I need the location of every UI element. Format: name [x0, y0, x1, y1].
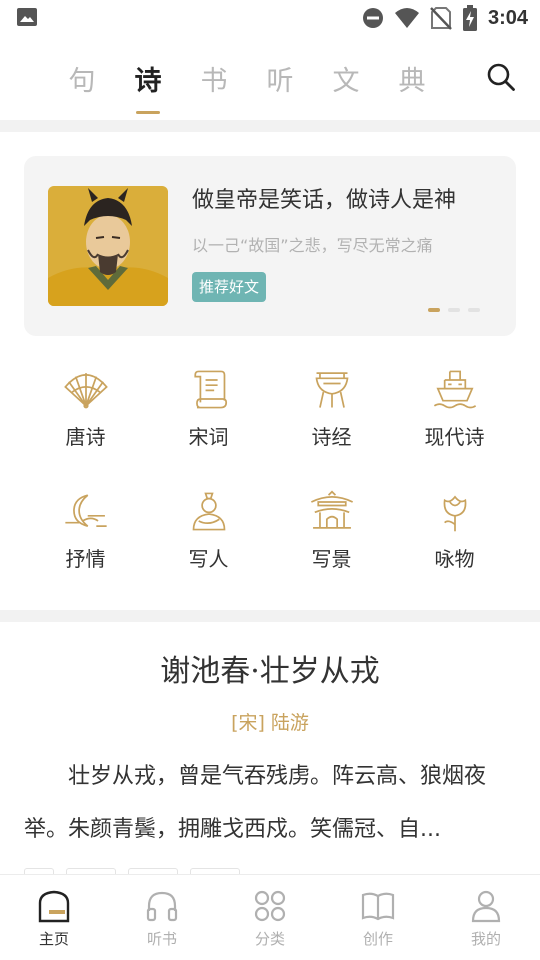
- pavilion-icon: [310, 490, 353, 529]
- carousel-dot[interactable]: [448, 308, 460, 312]
- nav-label: 听书: [146, 930, 177, 948]
- nav-label: 主页: [38, 930, 69, 948]
- category-grid: 唐诗 宋词 诗经 现代诗 抒情 写人 写景 咏物: [24, 368, 516, 572]
- category-song-ci[interactable]: 宋词: [147, 368, 270, 450]
- nav-category[interactable]: 分类: [216, 875, 324, 960]
- category-label: 唐诗: [65, 425, 106, 449]
- person-icon: [192, 492, 225, 531]
- category-label: 抒情: [65, 547, 106, 571]
- fan-icon: [63, 373, 108, 409]
- poem-excerpt: 壮岁从戎，曾是气吞残虏。阵云高、狼烟夜举。朱颜青鬓，拥雕戈西戍。笑儒冠、自...: [24, 764, 487, 842]
- category-label: 写人: [188, 547, 229, 571]
- category-label: 诗经: [311, 425, 352, 449]
- ritual-vessel-icon: [315, 372, 348, 408]
- recommended-article-banner[interactable]: 做皇帝是笑话，做诗人是神 以一己“故国”之悲，写尽无常之痛 推荐好文: [24, 156, 516, 336]
- tab-book[interactable]: 书: [181, 36, 247, 120]
- status-bar: 3:04: [0, 0, 540, 36]
- do-not-disturb-icon: [362, 8, 383, 28]
- category-people[interactable]: 写人: [147, 490, 270, 572]
- search-icon[interactable]: [486, 62, 516, 92]
- recommend-tag[interactable]: 推荐好文: [192, 272, 267, 302]
- wifi-icon: [394, 8, 419, 28]
- book-icon: [361, 892, 395, 921]
- headphones-icon: [146, 891, 178, 922]
- scroll-icon: [193, 370, 227, 409]
- carousel-dot[interactable]: [428, 308, 440, 312]
- nav-audiobook[interactable]: 听书: [108, 875, 216, 960]
- carousel-dot[interactable]: [468, 308, 480, 312]
- tab-poem[interactable]: 诗: [115, 36, 181, 120]
- moon-icon: [64, 494, 107, 527]
- nav-create[interactable]: 创作: [324, 875, 432, 960]
- status-time: 3:04: [487, 6, 528, 29]
- category-label: 咏物: [434, 547, 475, 571]
- poem-title: 谢池春·壮岁从戎: [160, 654, 380, 689]
- category-label: 写景: [311, 547, 352, 571]
- nav-label: 创作: [362, 930, 393, 948]
- category-modern-poetry[interactable]: 现代诗: [393, 368, 516, 450]
- category-tang-poetry[interactable]: 唐诗: [24, 368, 147, 450]
- content-tabs: 句 诗 书 听 文 典: [49, 36, 445, 120]
- home-icon: [38, 890, 70, 923]
- image-notification-icon: [17, 8, 37, 26]
- banner-title: 做皇帝是笑话，做诗人是神: [192, 188, 457, 213]
- featured-section: 做皇帝是笑话，做诗人是神 以一己“故国”之悲，写尽无常之痛 推荐好文 唐诗 宋词: [0, 132, 540, 610]
- no-sim-icon: [430, 7, 452, 30]
- category-lyrical[interactable]: 抒情: [24, 490, 147, 572]
- featured-poem-card[interactable]: 谢池春·壮岁从戎 [宋] 陆游 壮岁从戎，曾是气吞残虏。阵云高、狼烟夜举。朱颜青…: [0, 622, 540, 874]
- tab-classic[interactable]: 典: [379, 36, 445, 120]
- ship-icon: [433, 370, 476, 409]
- banner-subtitle: 以一己“故国”之悲，写尽无常之痛: [192, 236, 433, 255]
- carousel-indicator: [428, 308, 480, 312]
- nav-home[interactable]: 主页: [0, 875, 108, 960]
- battery-charging-icon: [462, 5, 477, 31]
- bottom-navigation: 主页 听书 分类 创作 我的: [0, 874, 540, 960]
- emperor-portrait-image: [48, 186, 168, 306]
- grid-icon: [254, 890, 286, 922]
- category-objects[interactable]: 咏物: [393, 490, 516, 572]
- user-icon: [471, 890, 501, 923]
- category-book-of-songs[interactable]: 诗经: [270, 368, 393, 450]
- nav-label: 分类: [254, 930, 285, 948]
- nav-label: 我的: [470, 930, 501, 948]
- category-scenery[interactable]: 写景: [270, 490, 393, 572]
- flower-icon: [443, 495, 466, 532]
- poem-author[interactable]: [宋] 陆游: [0, 708, 540, 735]
- tab-article[interactable]: 文: [313, 36, 379, 120]
- category-label: 现代诗: [424, 425, 485, 449]
- tab-sentence[interactable]: 句: [49, 36, 115, 120]
- tab-listen[interactable]: 听: [247, 36, 313, 120]
- nav-profile[interactable]: 我的: [432, 875, 540, 960]
- category-label: 宋词: [188, 425, 229, 449]
- top-navigation: 句 诗 书 听 文 典: [0, 36, 540, 120]
